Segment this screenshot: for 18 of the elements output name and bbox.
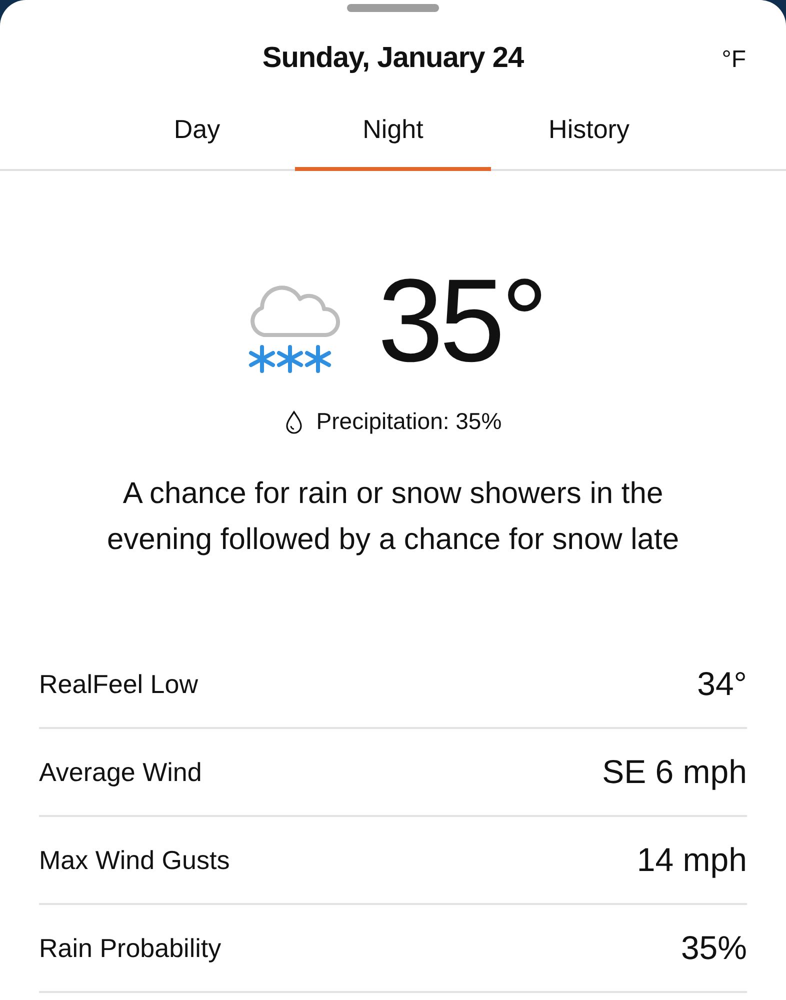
tab[interactable]: History [491,94,687,171]
drop-icon [284,410,304,434]
detail-label: Rain Probability [39,932,222,964]
drag-handle[interactable] [347,4,439,12]
detail-label: Max Wind Gusts [39,844,230,876]
unit-toggle[interactable]: °F [722,46,746,74]
detail-label: RealFeel Low [39,668,198,700]
detail-label: Average Wind [39,756,202,788]
tab[interactable]: Day [99,94,295,171]
precipitation-text: Precipitation: 35% [316,408,502,435]
forecast-description: A chance for rain or snow showers in the evening followed by a chance for snow late [106,476,680,558]
date-title: Sunday, January 24 [262,42,524,76]
temperature: 35° [378,262,544,380]
detail-value: SE 6 mph [602,753,747,791]
detail-value: 14 mph [636,841,747,879]
detail-value: 35% [680,929,747,967]
tab[interactable]: Night [295,94,491,171]
detail-value: 34° [697,665,747,703]
